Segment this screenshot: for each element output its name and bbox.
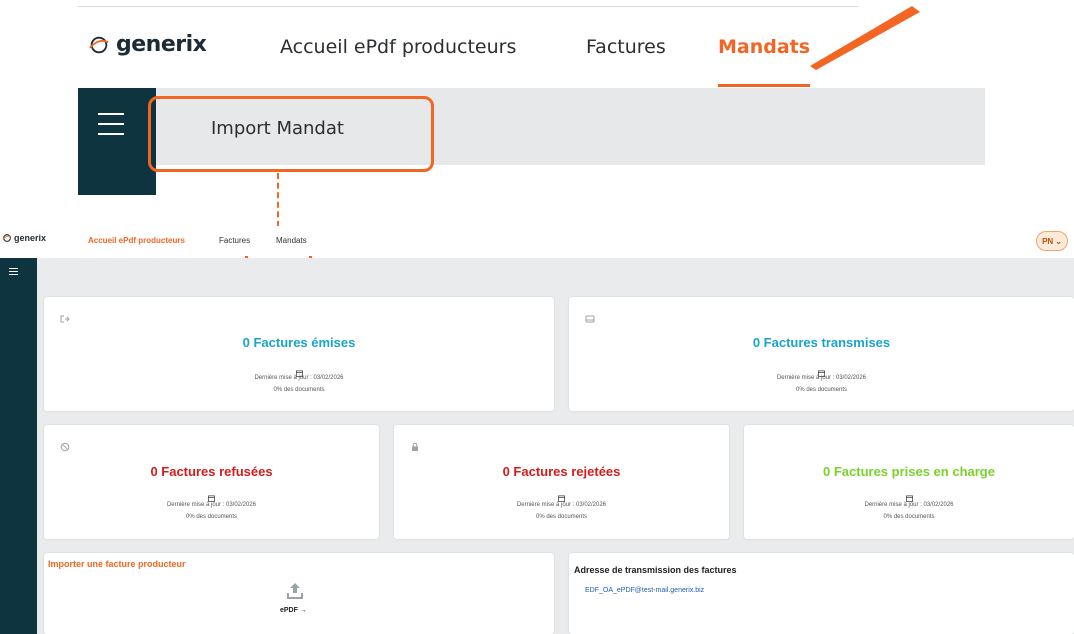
epdf-upload-button[interactable]: ePDF → [280, 607, 307, 614]
card-factures-emises[interactable]: 0 Factures émises Dernière mise à jour :… [44, 297, 554, 411]
import-panel: Importer une facture producteur ePDF → [44, 553, 554, 634]
app-logo[interactable]: generix [2, 233, 46, 243]
card-title: 0 Factures émises [242, 335, 356, 350]
generix-logo-small-icon [2, 234, 12, 242]
zoom-logo-text: generix [116, 32, 207, 57]
zoom-logo[interactable]: generix [88, 32, 207, 57]
card-percent: 0% des documents [795, 387, 848, 393]
nav-accueil[interactable]: Accueil ePdf producteurs [88, 236, 185, 245]
ban-icon [60, 439, 70, 452]
zoom-active-underline [718, 84, 810, 87]
zoom-nav-home[interactable]: Accueil ePdf producteurs [280, 36, 516, 58]
import-panel-title: Importer une facture producteur [48, 559, 186, 569]
card-factures-transmises[interactable]: 0 Factures transmises Dernière mise à jo… [569, 297, 1074, 411]
card-percent: 0% des documents [883, 514, 935, 520]
card-title: 0 Factures transmises [752, 335, 891, 350]
card-title: 0 Factures refusées [150, 464, 273, 479]
zoom-hamburger-icon[interactable] [98, 113, 124, 135]
nav-mandats[interactable]: Mandats [276, 236, 307, 245]
address-panel-title: Adresse de transmission des factures [574, 565, 737, 575]
zoom-divider [78, 6, 858, 7]
chevron-down-icon: ⌄ [1055, 236, 1062, 246]
highlight-import-mandat [148, 96, 434, 172]
app-hamburger-icon[interactable] [9, 268, 18, 276]
generix-logo-icon [89, 36, 109, 53]
inbox-icon [585, 311, 595, 323]
card-updated: Dernière mise à jour : 03/02/2026 [864, 502, 954, 508]
address-panel: Adresse de transmission des factures EDF… [569, 553, 1074, 634]
zoom-nav-mandats[interactable]: Mandats [718, 36, 810, 58]
card-factures-rejetees[interactable]: 0 Factures rejetées Dernière mise à jour… [394, 425, 729, 539]
app-logo-text: generix [14, 233, 47, 243]
card-updated: Dernière mise à jour : 03/02/2026 [254, 375, 344, 381]
card-percent: 0% des documents [535, 514, 588, 520]
user-avatar[interactable]: PN ⌄ [1036, 231, 1068, 251]
lock-icon [410, 439, 420, 451]
card-factures-prises-en-charge[interactable]: 0 Factures prises en charge Dernière mis… [744, 425, 1074, 539]
card-updated: Dernière mise à jour : 03/02/2026 [166, 502, 257, 508]
card-percent: 0% des documents [273, 387, 325, 393]
card-factures-refusees[interactable]: 0 Factures refusées Dernière mise à jour… [44, 425, 379, 539]
card-updated: Dernière mise à jour : 03/02/2026 [516, 502, 607, 508]
card-title: 0 Factures rejetées [502, 464, 621, 479]
upload-icon[interactable] [287, 582, 303, 600]
sign-out-icon [60, 311, 70, 323]
card-title: 0 Factures prises en charge [823, 464, 995, 479]
annotation-arrow-icon [810, 6, 920, 70]
card-percent: 0% des documents [185, 514, 238, 520]
avatar-initials: PN [1042, 236, 1054, 246]
card-updated: Dernière mise à jour : 03/02/2026 [776, 375, 867, 381]
address-email-link[interactable]: EDF_OA_ePDF@test-mail.generix.biz [585, 587, 704, 594]
zoom-sidebar [78, 88, 156, 195]
zoom-nav-factures[interactable]: Factures [586, 36, 666, 58]
app-sidebar [0, 258, 37, 634]
nav-factures[interactable]: Factures [219, 236, 250, 245]
highlight-connector [277, 173, 279, 227]
